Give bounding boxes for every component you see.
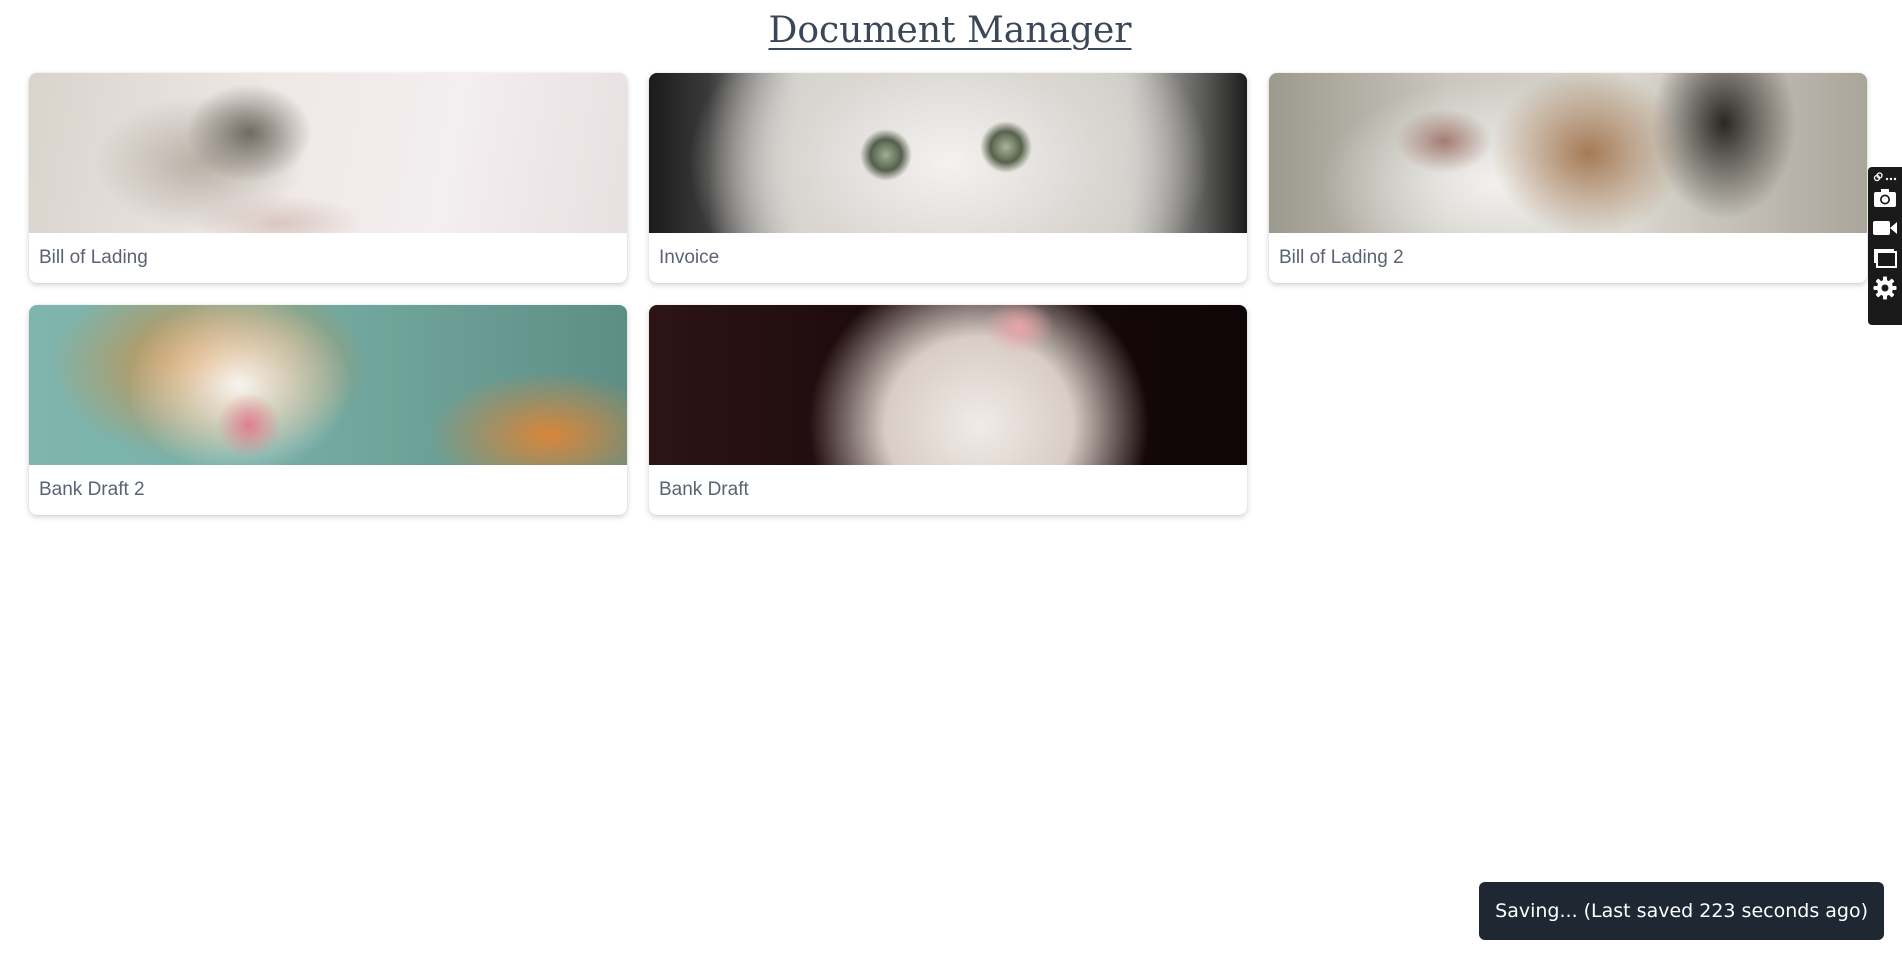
record-button[interactable]: [1870, 215, 1900, 245]
window-icon: [1873, 248, 1897, 273]
save-status-toast: Saving... (Last saved 223 seconds ago): [1479, 882, 1884, 940]
document-thumbnail: [649, 73, 1247, 233]
document-title: Invoice: [659, 247, 720, 268]
screenshot-button[interactable]: [1870, 185, 1900, 215]
document-thumbnail: [29, 73, 627, 233]
settings-button[interactable]: [1870, 275, 1900, 305]
link-icon[interactable]: [1873, 171, 1883, 185]
document-card[interactable]: Invoice: [649, 73, 1247, 283]
document-grid: Bill of Lading Invoice Bill of Lading 2 …: [29, 73, 1869, 515]
side-toolbar: [1868, 167, 1902, 325]
document-title: Bank Draft 2: [39, 479, 145, 500]
page-title: Document Manager: [768, 10, 1132, 51]
document-thumbnail: [1269, 73, 1867, 233]
page: Document Manager Bill of Lading Invoice …: [0, 0, 1902, 953]
document-card[interactable]: Bank Draft: [649, 305, 1247, 515]
video-camera-icon: [1872, 219, 1898, 242]
document-thumbnail: [649, 305, 1247, 465]
document-thumbnail: [29, 305, 627, 465]
document-title: Bill of Lading: [39, 247, 148, 268]
document-card[interactable]: Bank Draft 2: [29, 305, 627, 515]
gear-icon: [1873, 276, 1897, 305]
camera-icon: [1873, 188, 1897, 213]
more-icon[interactable]: [1885, 173, 1897, 184]
window-button[interactable]: [1870, 245, 1900, 275]
document-title: Bank Draft: [659, 479, 749, 500]
toolbar-header: [1873, 171, 1897, 185]
document-card[interactable]: Bill of Lading: [29, 73, 627, 283]
document-card[interactable]: Bill of Lading 2: [1269, 73, 1867, 283]
document-title: Bill of Lading 2: [1279, 247, 1404, 268]
save-status-text: Saving... (Last saved 223 seconds ago): [1495, 900, 1868, 922]
